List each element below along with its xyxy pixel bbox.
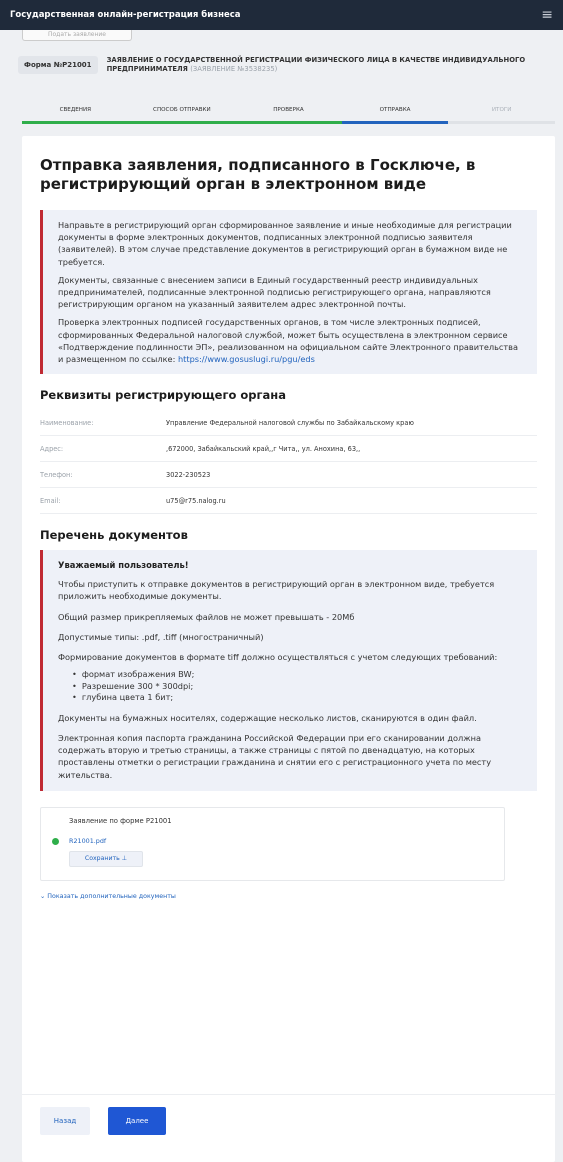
- requisites-table: Наименование: Управление Федеральной нало…: [40, 410, 537, 515]
- top-bar: Государственная онлайн-регистрация бизне…: [0, 0, 563, 30]
- attachment-title: Заявление по форме Р21001: [69, 816, 172, 825]
- requisites-title: Реквизиты регистрирующего органа: [40, 388, 286, 403]
- step-bar: [128, 121, 236, 124]
- notice-paragraph: Чтобы приступить к отправке документов в…: [58, 579, 495, 602]
- next-button[interactable]: Далее: [108, 1107, 166, 1135]
- form-title: ЗАЯВЛЕНИЕ О ГОСУДАРСТВЕННОЙ РЕГИСТРАЦИИ …: [107, 56, 548, 74]
- save-button[interactable]: Сохранить ⊥: [69, 850, 143, 867]
- progress-steps: СВЕДЕНИЯ СПОСОБ ОТПРАВКИ ПРОВЕРКА ОТПРАВ…: [22, 104, 555, 124]
- application-number: (ЗАЯВЛЕНИЕ №3538235): [190, 65, 278, 73]
- attachment-file-link[interactable]: R21001.pdf: [69, 837, 106, 845]
- status-dot-icon: [52, 837, 59, 845]
- form-header: Форма №Р21001 ЗАЯВЛЕНИЕ О ГОСУДАРСТВЕННО…: [18, 50, 548, 90]
- notice-paragraph: Формирование документов в формате tiff д…: [58, 652, 498, 663]
- step-bar: [235, 121, 342, 124]
- notice-paragraph: Проверка электронных подписей государств…: [58, 317, 519, 365]
- step-check[interactable]: ПРОВЕРКА: [235, 104, 342, 124]
- footer-actions: Назад Далее: [22, 1094, 555, 1162]
- hamburger-menu-icon[interactable]: ≡: [541, 7, 553, 23]
- notice-paragraph: Общий размер прикрепляемых файлов не мож…: [58, 611, 355, 622]
- step-bar: [448, 121, 555, 124]
- list-item: Разрешение 300 * 300dpi;: [72, 681, 523, 693]
- main-card: Отправка заявления, подписанного в Госкл…: [22, 136, 555, 1162]
- page-title: Отправка заявления, подписанного в Госкл…: [40, 156, 476, 193]
- notice-paragraph: Допустимые типы: .pdf, .tiff (многостран…: [58, 631, 264, 642]
- documents-notice: Уважаемый пользователь! Чтобы приступить…: [40, 550, 537, 791]
- show-more-documents-link[interactable]: ⌄ Показать дополнительные документы: [40, 893, 176, 900]
- notice-paragraph: Электронная копия паспорта гражданина Ро…: [58, 732, 492, 780]
- requisites-row: Телефон: 3022-230523: [40, 462, 537, 489]
- form-number-badge: Форма №Р21001: [18, 56, 98, 74]
- requisites-row: Адрес: ,672000, Забайкальский край,,г Чит…: [40, 436, 537, 463]
- step-details[interactable]: СВЕДЕНИЯ: [22, 104, 129, 124]
- attachment-card: Заявление по форме Р21001 R21001.pdf Сох…: [40, 806, 505, 881]
- notice-greeting: Уважаемый пользователь!: [58, 560, 189, 571]
- form-title-text: ЗАЯВЛЕНИЕ О ГОСУДАРСТВЕННОЙ РЕГИСТРАЦИИ …: [106, 56, 526, 73]
- requisites-row: Наименование: Управление Федеральной нало…: [40, 410, 537, 437]
- step-sending[interactable]: ОТПРАВКА: [341, 104, 449, 124]
- app-title: Государственная онлайн-регистрация бизне…: [10, 10, 241, 20]
- list-item: глубина цвета 1 бит;: [72, 692, 523, 704]
- eds-link[interactable]: https://www.gosuslugi.ru/pgu/eds: [178, 354, 315, 364]
- step-send-method[interactable]: СПОСОБ ОТПРАВКИ: [128, 104, 236, 124]
- notice-paragraph: Направьте в регистрирующий орган сформир…: [58, 220, 512, 267]
- submit-application-button[interactable]: Подать заявление: [22, 30, 132, 41]
- documents-title: Перечень документов: [40, 528, 188, 543]
- info-notice: Направьте в регистрирующий орган сформир…: [40, 210, 537, 375]
- tiff-requirements-list: формат изображения BW; Разрешение 300 * …: [72, 669, 523, 704]
- step-bar: [341, 121, 449, 124]
- requisites-row: Email: u75@r75.nalog.ru: [40, 488, 537, 515]
- step-results: ИТОГИ: [448, 104, 555, 124]
- notice-paragraph: Документы, связанные с внесением записи …: [58, 274, 491, 310]
- back-button[interactable]: Назад: [40, 1107, 90, 1135]
- step-bar: [22, 121, 129, 124]
- notice-paragraph: Документы на бумажных носителях, содержа…: [58, 712, 477, 723]
- list-item: формат изображения BW;: [72, 669, 523, 681]
